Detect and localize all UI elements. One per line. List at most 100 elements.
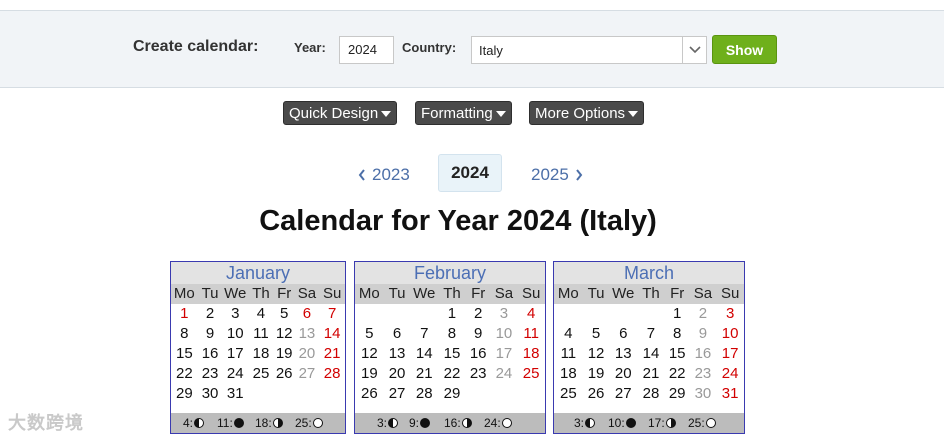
empty-day-cell <box>517 384 545 404</box>
moon-phase-date: 10: <box>608 416 625 430</box>
day-cell: 1 <box>447 305 457 322</box>
day-cell: 4 <box>564 325 573 342</box>
moon-phase-date: 25: <box>688 416 705 430</box>
week-row: 19 20 21 22 23 24 25 <box>355 364 545 384</box>
week-row: 26 27 28 29 <box>355 384 545 404</box>
moon-phase-date: 4: <box>183 416 194 430</box>
next-year-link[interactable]: 2025 <box>531 165 583 185</box>
day-cell: 29 <box>176 385 193 402</box>
weekday-header: Mo Tu We Th Fr Sa Su <box>554 284 744 304</box>
year-input[interactable]: 2024 <box>339 36 394 64</box>
day-cell: 24 <box>226 365 244 382</box>
day-cell: 12 <box>275 325 293 342</box>
weekday-label: Mo <box>557 285 579 302</box>
show-button[interactable]: Show <box>712 35 777 64</box>
formatting-label: Formatting <box>421 104 493 122</box>
moon-phase: 16: <box>444 416 472 430</box>
week-row: 8 9 10 11 12 13 14 <box>171 324 345 344</box>
week-row: 11 12 13 14 15 16 17 <box>554 344 744 364</box>
empty-day-cell <box>491 384 518 404</box>
day-cell: 24 <box>495 365 513 382</box>
weekday-label: Th <box>642 285 660 302</box>
week-row: 5 6 7 8 9 10 11 <box>355 324 545 344</box>
day-cell: 17 <box>721 345 739 362</box>
weekday-label: Fr <box>471 285 486 302</box>
day-cell: 23 <box>469 365 487 382</box>
month-title: March <box>554 262 744 284</box>
country-select[interactable]: Italy <box>471 36 707 64</box>
day-cell: 29 <box>668 385 686 402</box>
empty-day-cell <box>410 304 438 324</box>
day-cell: 17 <box>495 345 513 362</box>
chevron-down-icon[interactable] <box>682 37 706 63</box>
weekday-label: Mo <box>173 285 195 302</box>
more-options-button[interactable]: More Options <box>529 101 645 125</box>
weekday-label: Th <box>252 285 270 302</box>
weekday-label: Su <box>521 285 541 302</box>
day-cell: 16 <box>694 345 712 362</box>
quick-design-button[interactable]: Quick Design <box>283 101 398 125</box>
day-cell: 9 <box>205 325 215 342</box>
week-row: 1234 <box>355 304 545 324</box>
last-moon-icon <box>388 418 399 428</box>
week-row: 22 23 24 25 26 27 28 <box>171 364 345 384</box>
empty-day-cell <box>554 304 583 324</box>
weekday-label: Th <box>443 285 461 302</box>
chevron-left-icon <box>358 169 365 181</box>
moon-phases-row: 4: 11: 18: 25: <box>171 413 345 433</box>
day-cell: 11 <box>523 325 539 342</box>
new-moon-icon <box>233 418 244 428</box>
weekday-label: Tu <box>201 285 219 302</box>
page-title: Calendar for Year 2024 (Italy) <box>259 205 657 237</box>
day-cell: 5 <box>591 325 601 342</box>
day-cell: 9 <box>474 325 483 342</box>
day-cell: 27 <box>614 385 632 402</box>
moon-phase: 3: <box>574 416 596 430</box>
month-january: January Mo Tu We Th Fr Sa Su 1 2 3 4 5 6 7 8 9 10 11 12 13 14… <box>170 261 346 434</box>
moon-phase: 25: <box>295 416 323 430</box>
formatting-button[interactable]: Formatting <box>415 101 512 125</box>
day-cell: 19 <box>361 365 378 382</box>
day-cell: 13 <box>388 345 406 362</box>
empty-day-cell <box>466 384 491 404</box>
weekday-label: Tu <box>587 285 605 302</box>
empty-day-cell <box>319 384 345 404</box>
empty-day-cell <box>637 304 665 324</box>
day-cell: 28 <box>642 385 660 402</box>
weekday-label: Fr <box>670 285 685 302</box>
month-title: January <box>171 262 345 284</box>
moon-phase: 3: <box>377 416 399 430</box>
day-cell: 23 <box>694 365 712 382</box>
day-cell: 24 <box>721 365 739 382</box>
weekday-label: Sa <box>494 285 514 302</box>
last-moon-icon <box>585 418 596 428</box>
moon-phase: 10: <box>608 416 636 430</box>
day-cell: 15 <box>668 345 686 362</box>
moon-phase-date: 9: <box>409 416 420 430</box>
day-cell: 6 <box>619 325 628 342</box>
day-cell: 25 <box>560 385 577 402</box>
week-row: 4 5 6 7 8 9 10 <box>554 324 744 344</box>
country-label: Country: <box>402 40 457 55</box>
year-label: Year: <box>294 40 326 55</box>
full-moon-icon <box>312 418 323 428</box>
moon-phase: 9: <box>409 416 431 430</box>
day-cell: 26 <box>587 385 605 402</box>
day-cell: 17 <box>226 345 244 362</box>
moon-phase-date: 11: <box>217 416 233 430</box>
day-cell: 21 <box>642 365 660 382</box>
quick-design-label: Quick Design <box>289 104 379 122</box>
empty-day-cell <box>248 384 274 404</box>
day-cell: 4 <box>526 305 536 322</box>
prev-year-link[interactable]: 2023 <box>358 165 410 185</box>
weekday-label: We <box>413 285 436 302</box>
day-cell: 8 <box>447 325 457 342</box>
month-title: February <box>355 262 545 284</box>
weekday-label: We <box>612 285 635 302</box>
day-cell: 3 <box>725 305 735 322</box>
day-cell: 26 <box>275 365 293 382</box>
day-cell: 10 <box>226 325 244 342</box>
day-cell: 14 <box>642 345 660 362</box>
day-cell: 19 <box>275 345 293 362</box>
day-cell: 8 <box>673 325 682 342</box>
